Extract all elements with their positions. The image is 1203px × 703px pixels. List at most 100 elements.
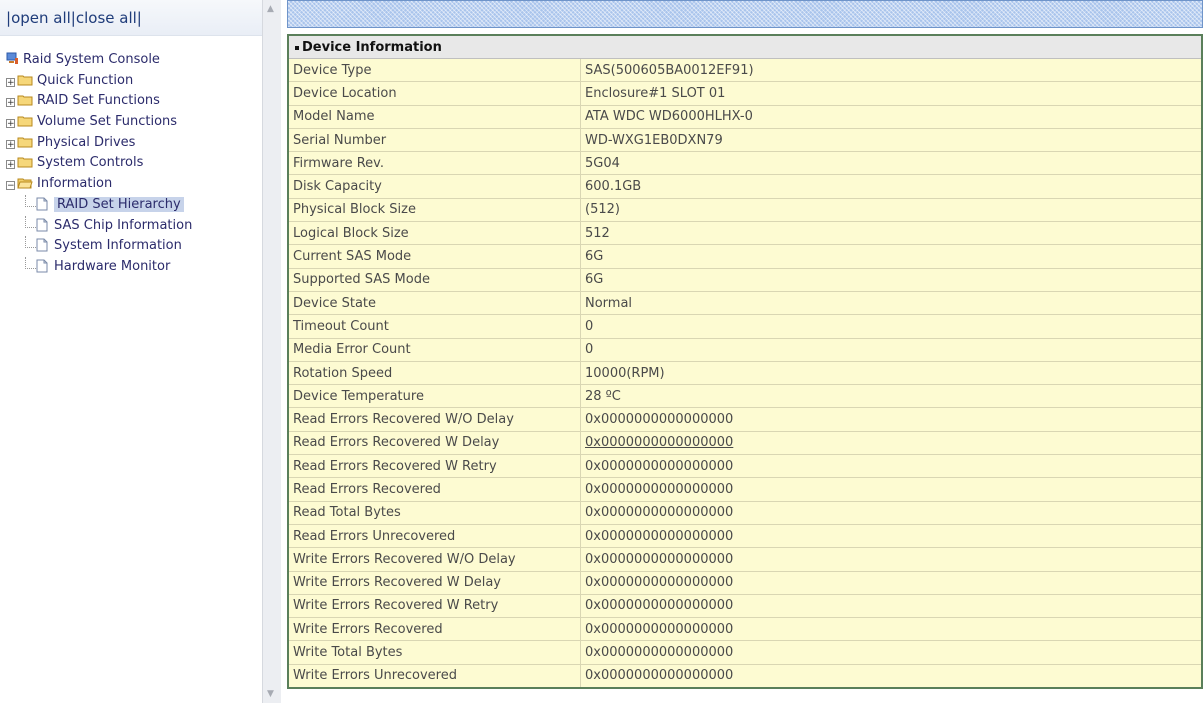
table-row: Read Total Bytes 0x0000000000000000 <box>287 500 1203 525</box>
table-row: Device State Normal <box>287 290 1203 316</box>
plus-icon[interactable]: + <box>6 160 15 170</box>
minus-icon[interactable]: − <box>6 181 15 191</box>
tree-folder[interactable]: + Physical Drives <box>6 133 192 154</box>
row-value: 28 ºC <box>580 384 1203 409</box>
row-key: Physical Block Size <box>287 197 581 223</box>
row-value-text: 6G <box>585 272 604 288</box>
scroll-up-icon[interactable]: ▲ <box>267 4 274 14</box>
table-row: Read Errors Unrecovered 0x000000000000000… <box>287 523 1203 549</box>
row-value-text: 0x0000000000000000 <box>585 668 734 684</box>
row-value-text: Normal <box>585 295 633 311</box>
row-value: 0 <box>580 314 1203 339</box>
tree-connector <box>25 256 36 269</box>
row-key: Write Errors Recovered W Retry <box>287 593 581 619</box>
tree-leaf[interactable]: System Information <box>6 236 192 257</box>
row-value: 0 <box>580 337 1203 362</box>
row-key: Write Errors Recovered W/O Delay <box>287 547 581 572</box>
table-header: Device Information <box>287 34 1203 59</box>
scroll-down-icon[interactable]: ▼ <box>267 689 274 699</box>
row-value: SAS(500605BA0012EF91) <box>580 57 1203 83</box>
tree-leaf[interactable]: Hardware Monitor <box>6 256 192 278</box>
row-value-text: 6G <box>585 249 604 265</box>
row-key: Logical Block Size <box>287 221 581 246</box>
row-value-text: 0x0000000000000000 <box>585 528 734 544</box>
tree-folder-label: System Controls <box>37 155 144 171</box>
tree-root[interactable]: Raid System Console <box>6 50 192 71</box>
row-key: Firmware Rev. <box>287 151 581 176</box>
folder-icon <box>17 137 33 148</box>
row-value-text: 0x0000000000000000 <box>585 645 734 661</box>
row-key: Timeout Count <box>287 314 581 339</box>
row-value-text: 0 <box>585 342 594 358</box>
tree-leaf-label: Hardware Monitor <box>54 258 171 274</box>
left-frame-scrollbar[interactable]: ▲ ▼ <box>262 0 281 703</box>
row-value: Enclosure#1 SLOT 01 <box>580 81 1203 106</box>
row-value: 0x0000000000000000 <box>580 663 1203 689</box>
row-key: Read Errors Recovered W Retry <box>287 454 581 479</box>
row-value: 512 <box>580 221 1203 246</box>
tree-leaf-label: SAS Chip Information <box>54 217 193 233</box>
row-value-text: 0x0000000000000000 <box>585 621 734 637</box>
row-value: 0x0000000000000000 <box>580 407 1203 432</box>
tree-folder[interactable]: + Quick Function <box>6 71 192 92</box>
plus-icon[interactable]: + <box>6 139 15 149</box>
table-row: Model Name ATA WDC WD6000HLHX-0 <box>287 104 1203 129</box>
table-row: Firmware Rev. 5G04 <box>287 151 1203 176</box>
tree-connector <box>25 215 36 228</box>
row-value: 600.1GB <box>580 174 1203 199</box>
row-value-text: 600.1GB <box>585 179 642 195</box>
row-value-text: 512 <box>585 225 610 241</box>
row-key: Supported SAS Mode <box>287 267 581 292</box>
plus-icon[interactable]: + <box>6 119 15 129</box>
row-value-text: 0x0000000000000000 <box>585 412 734 428</box>
tree-folder[interactable]: + RAID Set Functions <box>6 91 192 112</box>
table-row: Device Temperature 28 ºC <box>287 384 1203 409</box>
table-row: Logical Block Size 512 <box>287 221 1203 246</box>
table-row: Rotation Speed 10000(RPM) <box>287 360 1203 386</box>
row-value[interactable]: 0x0000000000000000 <box>580 430 1203 456</box>
table-row: Device Location Enclosure#1 SLOT 01 <box>287 81 1203 106</box>
tree-folder[interactable]: + Volume Set Functions <box>6 112 192 133</box>
row-value: 0x0000000000000000 <box>580 477 1203 502</box>
plus-icon[interactable]: + <box>6 77 15 87</box>
row-value-text: 28 ºC <box>585 388 621 404</box>
tree-leaf-label: System Information <box>54 238 182 254</box>
bullet-icon <box>295 45 299 50</box>
tree-folder-label: Quick Function <box>37 72 134 88</box>
top-banner <box>287 0 1203 28</box>
row-key: Device Location <box>287 81 581 106</box>
row-value-text: 0x0000000000000000 <box>585 598 734 614</box>
table-row: Physical Block Size (512) <box>287 197 1203 223</box>
navigation-tree: Raid System Console + Quick Function + RAID… <box>6 50 192 278</box>
table-row: Read Errors Recovered W Delay 0x000000000… <box>287 430 1203 456</box>
row-key: Read Errors Unrecovered <box>287 523 581 549</box>
row-value: 0x0000000000000000 <box>580 500 1203 525</box>
tree-leaf[interactable]: RAID Set Hierarchy <box>6 194 192 216</box>
tree-leaf[interactable]: SAS Chip Information <box>6 215 193 237</box>
row-key: Write Errors Recovered W Delay <box>287 570 581 595</box>
open-all-link[interactable]: open all <box>11 9 71 27</box>
table-row: Write Errors Unrecovered 0x00000000000000… <box>287 663 1203 689</box>
tree-connector <box>25 236 36 249</box>
separator: | <box>136 9 142 27</box>
row-key: Serial Number <box>287 127 581 153</box>
row-key: Current SAS Mode <box>287 244 581 269</box>
table-title: Device Information <box>302 39 442 55</box>
tree-folder[interactable]: + System Controls <box>6 153 192 174</box>
left-frame: |open all|close all| Raid System Console… <box>0 0 262 703</box>
row-value-text: 0x0000000000000000 <box>585 435 734 451</box>
row-key: Media Error Count <box>287 337 581 362</box>
row-value-text: WD-WXG1EB0DXN79 <box>585 132 723 148</box>
row-value-text: 10000(RPM) <box>585 365 665 381</box>
tree-root-label: Raid System Console <box>23 52 160 67</box>
row-value-text: ATA WDC WD6000HLHX-0 <box>585 109 753 125</box>
close-all-link[interactable]: close all <box>76 9 137 27</box>
row-value: (512) <box>580 197 1203 223</box>
plus-icon[interactable]: + <box>6 98 15 108</box>
row-value-text: 0x0000000000000000 <box>585 551 734 567</box>
tree-folder-information[interactable]: − Information <box>6 174 192 195</box>
row-key: Disk Capacity <box>287 174 581 199</box>
document-icon <box>36 218 48 231</box>
row-key: Model Name <box>287 104 581 129</box>
row-value: 10000(RPM) <box>580 360 1203 386</box>
